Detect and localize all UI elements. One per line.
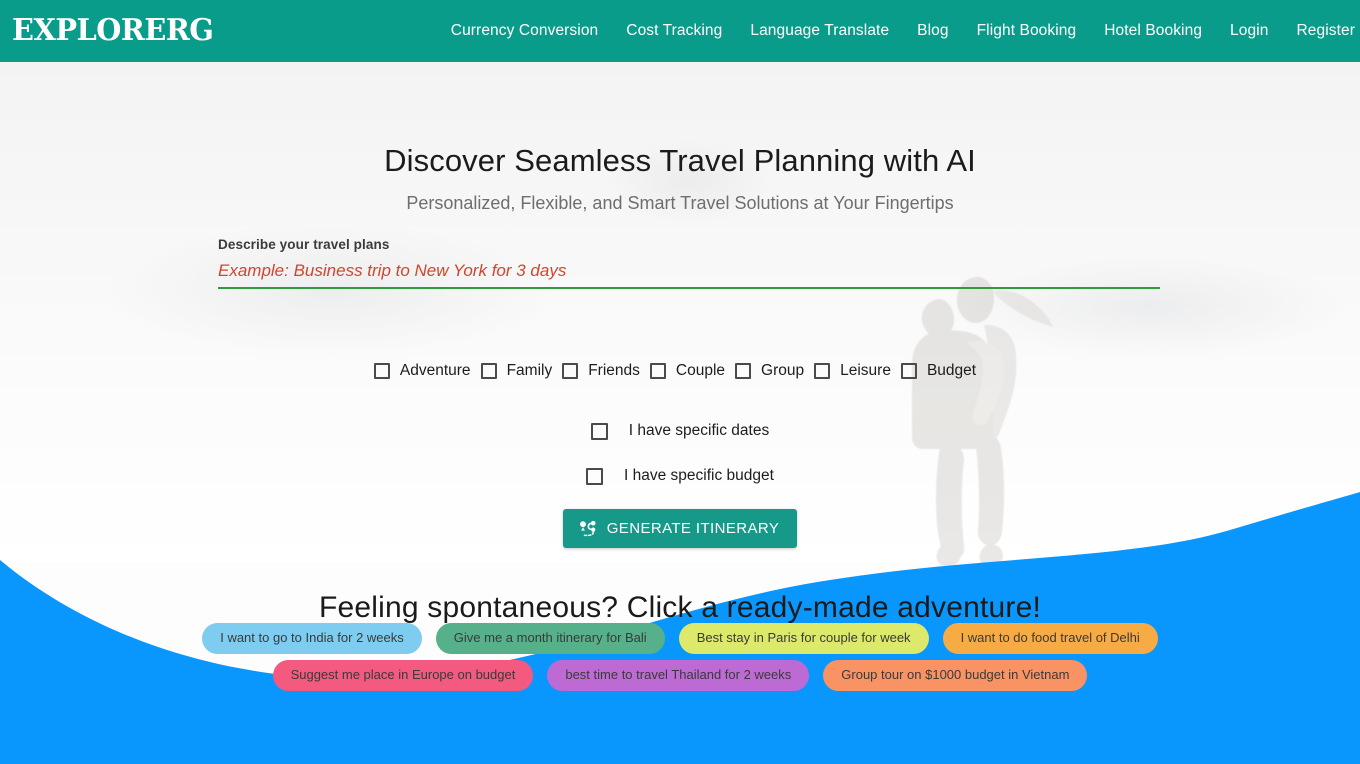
route-pin-icon (579, 520, 598, 537)
suggestion-chip-bali[interactable]: Give me a month itinerary for Bali (435, 623, 665, 654)
nav-item-currency-conversion[interactable]: Currency Conversion (437, 22, 613, 40)
checkbox-family[interactable] (480, 363, 497, 379)
specific-budget-label: I have specific budget (624, 467, 774, 484)
travel-type-label: Couple (675, 362, 726, 379)
travel-type-label: Friends (588, 362, 640, 379)
suggestion-chip-india[interactable]: I want to go to India for 2 weeks (202, 623, 422, 654)
travel-type-label: Budget (926, 362, 977, 379)
brand-logo[interactable]: EXPLORERG (12, 16, 214, 46)
suggestion-chip-vietnam[interactable]: Group tour on $1000 budget in Vietnam (823, 659, 1088, 691)
top-navbar: EXPLORERG Currency Conversion Cost Track… (0, 0, 1360, 62)
generate-itinerary-label: GENERATE ITINERARY (606, 520, 780, 537)
checkbox-friends[interactable] (562, 363, 579, 379)
travel-type-label: Leisure (840, 362, 891, 379)
suggestion-chip-row-1: I want to go to India for 2 weeks Give m… (0, 623, 1360, 654)
nav-item-hotel-booking[interactable]: Hotel Booking (1090, 22, 1216, 40)
suggestion-chips: I want to go to India for 2 weeks Give m… (0, 623, 1360, 691)
travel-type-family[interactable]: Family (480, 362, 563, 380)
nav-item-register[interactable]: Register (1282, 22, 1360, 40)
checkbox-group[interactable] (735, 363, 752, 379)
travel-type-budget[interactable]: Budget (900, 362, 986, 380)
page-title: Discover Seamless Travel Planning with A… (384, 142, 976, 178)
checkbox-adventure[interactable] (373, 363, 390, 379)
travel-type-leisure[interactable]: Leisure (814, 362, 901, 380)
suggestion-chip-row-2: Suggest me place in Europe on budget bes… (0, 659, 1360, 691)
travel-plan-label: Describe your travel plans (218, 237, 390, 252)
suggestion-chip-europe[interactable]: Suggest me place in Europe on budget (272, 659, 534, 691)
suggestion-chip-delhi[interactable]: I want to do food travel of Delhi (942, 623, 1158, 654)
suggestion-chip-paris[interactable]: Best stay in Paris for couple for week (678, 623, 929, 654)
travel-plan-input[interactable] (218, 261, 1160, 289)
spontaneous-title: Feeling spontaneous? Click a ready-made … (318, 590, 1042, 624)
travel-type-label: Adventure (399, 362, 471, 379)
suggestion-chip-thailand[interactable]: best time to travel Thailand for 2 weeks (547, 659, 810, 691)
travel-type-label: Family (506, 362, 553, 379)
checkbox-couple[interactable] (649, 363, 666, 379)
nav-item-flight-booking[interactable]: Flight Booking (963, 22, 1091, 40)
checkbox-specific-budget[interactable] (586, 467, 604, 485)
checkbox-budget[interactable] (900, 363, 917, 379)
travel-type-label: Group (761, 362, 805, 379)
travel-type-friends[interactable]: Friends (562, 362, 650, 380)
travel-type-checkbox-row: Adventure Family Friends Couple Group Le… (0, 362, 1360, 380)
travel-type-adventure[interactable]: Adventure (373, 362, 481, 380)
travel-type-couple[interactable]: Couple (649, 362, 735, 380)
nav-item-login[interactable]: Login (1216, 22, 1282, 40)
travel-plan-form: Describe your travel plans (218, 237, 1160, 289)
specific-dates-label: I have specific dates (628, 422, 770, 439)
nav-item-cost-tracking[interactable]: Cost Tracking (612, 22, 736, 40)
checkbox-specific-dates[interactable] (590, 422, 608, 440)
travel-type-group[interactable]: Group (735, 362, 814, 380)
specific-budget-option[interactable]: I have specific budget (0, 467, 1360, 485)
hero-background-photo (0, 62, 1360, 562)
generate-button-container: GENERATE ITINERARY (0, 509, 1360, 548)
main-navigation: Currency Conversion Cost Tracking Langua… (437, 22, 1360, 40)
generate-itinerary-button[interactable]: GENERATE ITINERARY (562, 509, 798, 548)
specific-dates-option[interactable]: I have specific dates (0, 422, 1360, 440)
checkbox-leisure[interactable] (814, 363, 831, 379)
nav-item-language-translate[interactable]: Language Translate (736, 22, 903, 40)
page-subtitle: Personalized, Flexible, and Smart Travel… (406, 193, 954, 213)
nav-item-blog[interactable]: Blog (903, 22, 962, 40)
